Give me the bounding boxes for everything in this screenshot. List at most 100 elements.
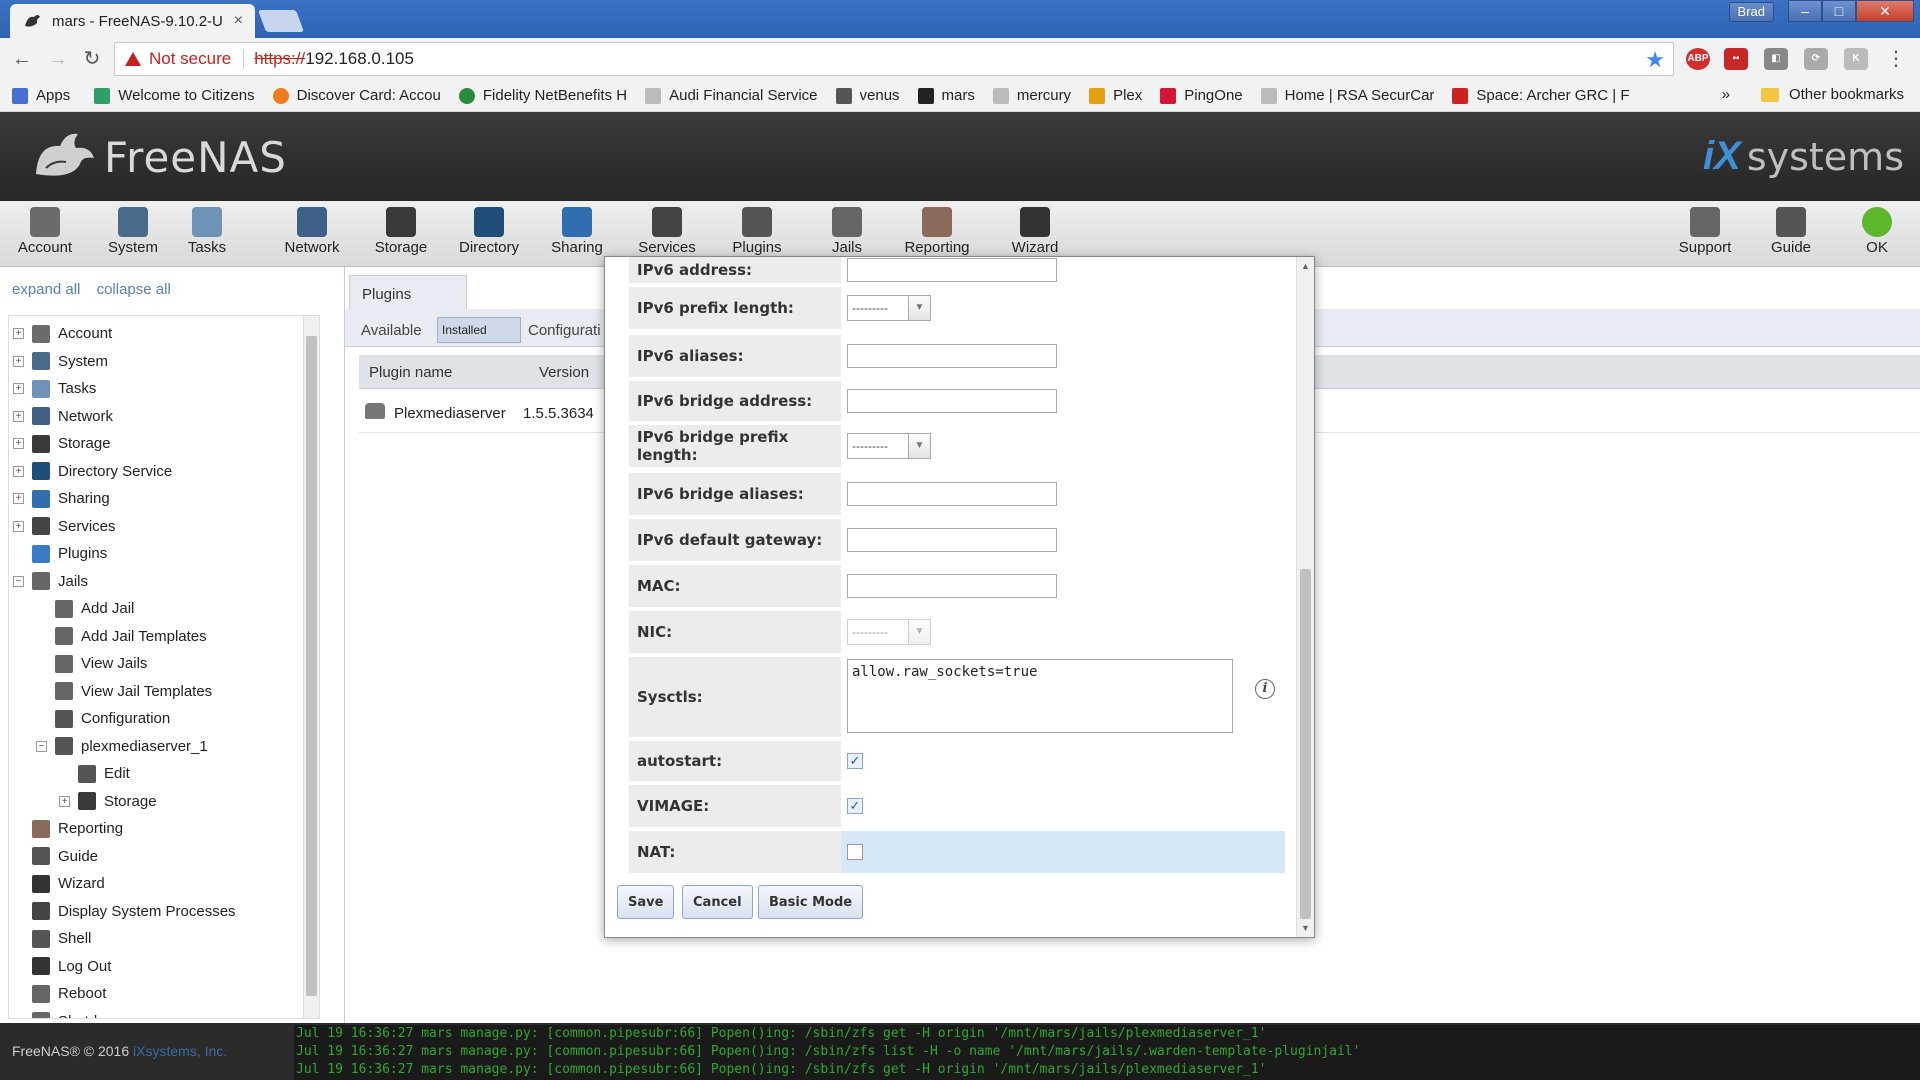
tree-expander-icon[interactable]: − <box>36 740 47 752</box>
basic-mode-button[interactable]: Basic Mode <box>758 885 864 919</box>
tree-expander-icon[interactable]: + <box>13 520 24 532</box>
calendar-extension-icon[interactable]: ▪▪ <box>1724 48 1748 70</box>
tree-item-storage[interactable]: + Storage <box>13 430 111 457</box>
ipv6-default-gateway-input[interactable] <box>847 528 1057 552</box>
nav-storage[interactable]: Storage <box>356 203 446 265</box>
col-plugin-name[interactable]: Plugin name <box>369 364 452 381</box>
tree-item-network[interactable]: + Network <box>13 403 113 430</box>
window-maximize-button[interactable]: □ <box>1822 0 1856 22</box>
bookmark-item[interactable]: venus <box>835 87 900 104</box>
tree-item-services[interactable]: + Services <box>13 513 116 540</box>
tree-item-account[interactable]: + Account <box>13 320 112 347</box>
tree-item-add-jail-templates[interactable]: Add Jail Templates <box>36 623 207 650</box>
bookmark-item[interactable]: mercury <box>992 87 1071 104</box>
tree-expander-icon[interactable]: + <box>13 438 24 449</box>
bookmark-item[interactable]: Welcome to Citizens <box>94 87 255 104</box>
subtab-available[interactable]: Available <box>353 317 430 345</box>
tree-item-view-jails[interactable]: View Jails <box>36 650 147 677</box>
tree-item-wizard[interactable]: Wizard <box>13 870 105 897</box>
bookmark-star-icon[interactable]: ★ <box>1645 47 1665 73</box>
tab-close-icon[interactable]: × <box>234 12 243 30</box>
tree-scrollbar[interactable] <box>303 316 319 1018</box>
autostart-checkbox[interactable]: ✓ <box>847 753 863 769</box>
extension-icon[interactable]: ◧ <box>1764 48 1788 70</box>
tree-item-configuration[interactable]: Configuration <box>36 705 170 732</box>
cancel-button[interactable]: Cancel <box>682 885 753 919</box>
nav-support[interactable]: Support <box>1660 203 1750 265</box>
tree-scrollbar-thumb[interactable] <box>306 336 317 996</box>
nav-tasks[interactable]: Tasks <box>162 203 252 265</box>
sync-extension-icon[interactable]: ⟳ <box>1804 48 1828 70</box>
bookmark-item[interactable]: Apps <box>12 87 70 104</box>
collapse-all-link[interactable]: collapse all <box>97 281 171 298</box>
scroll-up-arrow-icon[interactable]: ▲ <box>1297 257 1314 275</box>
ixsystems-logo[interactable]: iX systems <box>1703 134 1904 179</box>
profile-user-button[interactable]: Brad <box>1728 2 1774 22</box>
tree-item-tasks[interactable]: + Tasks <box>13 375 96 402</box>
tree-expander-icon[interactable]: + <box>13 383 24 394</box>
tree-item-sharing[interactable]: + Sharing <box>13 485 110 512</box>
sysctls-textarea[interactable]: allow.raw_sockets=true <box>847 659 1233 733</box>
tree-item-reboot[interactable]: Reboot <box>13 980 106 1007</box>
tree-item-edit[interactable]: Edit <box>59 760 130 787</box>
tree-item-shutdown[interactable]: Shutdown <box>13 1008 125 1018</box>
tree-expander-icon[interactable]: − <box>13 575 24 587</box>
browser-tab-active[interactable]: mars - FreeNAS-9.10.2-U × <box>10 4 255 38</box>
reload-icon[interactable]: ↻ <box>78 46 106 72</box>
address-bar[interactable]: Not secure https:// 192.168.0.105 ★ <box>114 42 1674 76</box>
ipv6-prefix-length-select[interactable]: --------- ▼ <box>847 295 931 321</box>
nav-directory[interactable]: Directory <box>444 203 534 265</box>
tree-item-directory-service[interactable]: + Directory Service <box>13 458 172 485</box>
tree-item-storage[interactable]: + Storage <box>59 788 157 815</box>
back-arrow-icon[interactable]: ← <box>8 46 36 72</box>
freenas-logo[interactable]: FreeNAS <box>32 130 287 184</box>
ipv6-address-input[interactable] <box>847 258 1057 282</box>
chevron-down-icon[interactable]: ▼ <box>908 434 930 458</box>
tree-expander-icon[interactable]: + <box>59 795 70 807</box>
tree-expander-icon[interactable]: + <box>13 328 24 339</box>
ixsystems-link[interactable]: iXsystems, Inc. <box>133 1043 227 1059</box>
security-status[interactable]: Not secure <box>149 49 231 69</box>
extension-k-icon[interactable]: K <box>1844 48 1868 70</box>
tree-item-plexmediaserver-1[interactable]: − plexmediaserver_1 <box>36 733 208 760</box>
vimage-checkbox[interactable]: ✓ <box>847 798 863 814</box>
tree-item-plugins[interactable]: Plugins <box>13 540 107 567</box>
nat-checkbox[interactable] <box>847 844 863 860</box>
tree-item-jails[interactable]: − Jails <box>13 568 88 595</box>
browser-menu-icon[interactable]: ⋮ <box>1882 46 1910 72</box>
tree-item-view-jail-templates[interactable]: View Jail Templates <box>36 678 212 705</box>
expand-all-link[interactable]: expand all <box>12 281 80 298</box>
info-icon[interactable]: i <box>1255 679 1275 699</box>
bookmark-item[interactable]: Home | RSA SecurCar <box>1260 87 1434 104</box>
tree-item-shell[interactable]: Shell <box>13 925 91 952</box>
window-minimize-button[interactable]: – <box>1788 0 1822 22</box>
bookmark-item[interactable]: Audi Financial Service <box>645 87 818 104</box>
tree-item-reporting[interactable]: Reporting <box>13 815 123 842</box>
nav-network[interactable]: Network <box>267 203 357 265</box>
tree-expander-icon[interactable]: + <box>13 493 24 504</box>
chevron-down-icon[interactable]: ▼ <box>908 296 930 320</box>
adblock-plus-icon[interactable]: ABP <box>1686 48 1710 70</box>
subtab-installed[interactable]: Installed <box>437 317 521 343</box>
system-log-console[interactable]: Jul 19 16:36:27 mars manage.py: [common.… <box>294 1025 1920 1080</box>
subtab-configuration[interactable]: Configurati <box>520 317 609 345</box>
mac-input[interactable] <box>847 574 1057 598</box>
tree-item-display-system-processes[interactable]: Display System Processes <box>13 898 236 925</box>
tree-item-log-out[interactable]: Log Out <box>13 953 111 980</box>
ipv6-bridge-aliases-input[interactable] <box>847 482 1057 506</box>
nav-account[interactable]: Account <box>0 203 90 265</box>
dialog-scrollbar-thumb[interactable] <box>1300 569 1311 919</box>
bookmark-item[interactable]: Discover Card: Accou <box>272 87 441 104</box>
window-close-button[interactable]: ✕ <box>1856 0 1914 22</box>
forward-arrow-icon[interactable]: → <box>44 46 72 72</box>
bookmark-item[interactable]: Fidelity NetBenefits H <box>458 87 627 104</box>
other-bookmarks[interactable]: Other bookmarks <box>1760 86 1904 103</box>
tab-plugins[interactable]: Plugins <box>349 275 467 309</box>
save-button[interactable]: Save <box>617 885 675 919</box>
tree-item-guide[interactable]: Guide <box>13 843 98 870</box>
bookmark-item[interactable]: Plex <box>1089 87 1142 104</box>
dialog-scrollbar[interactable]: ▲ ▼ <box>1296 257 1314 937</box>
col-version[interactable]: Version <box>539 364 589 381</box>
ipv6-bridge-address-input[interactable] <box>847 389 1057 413</box>
tree-expander-icon[interactable]: + <box>13 465 24 477</box>
